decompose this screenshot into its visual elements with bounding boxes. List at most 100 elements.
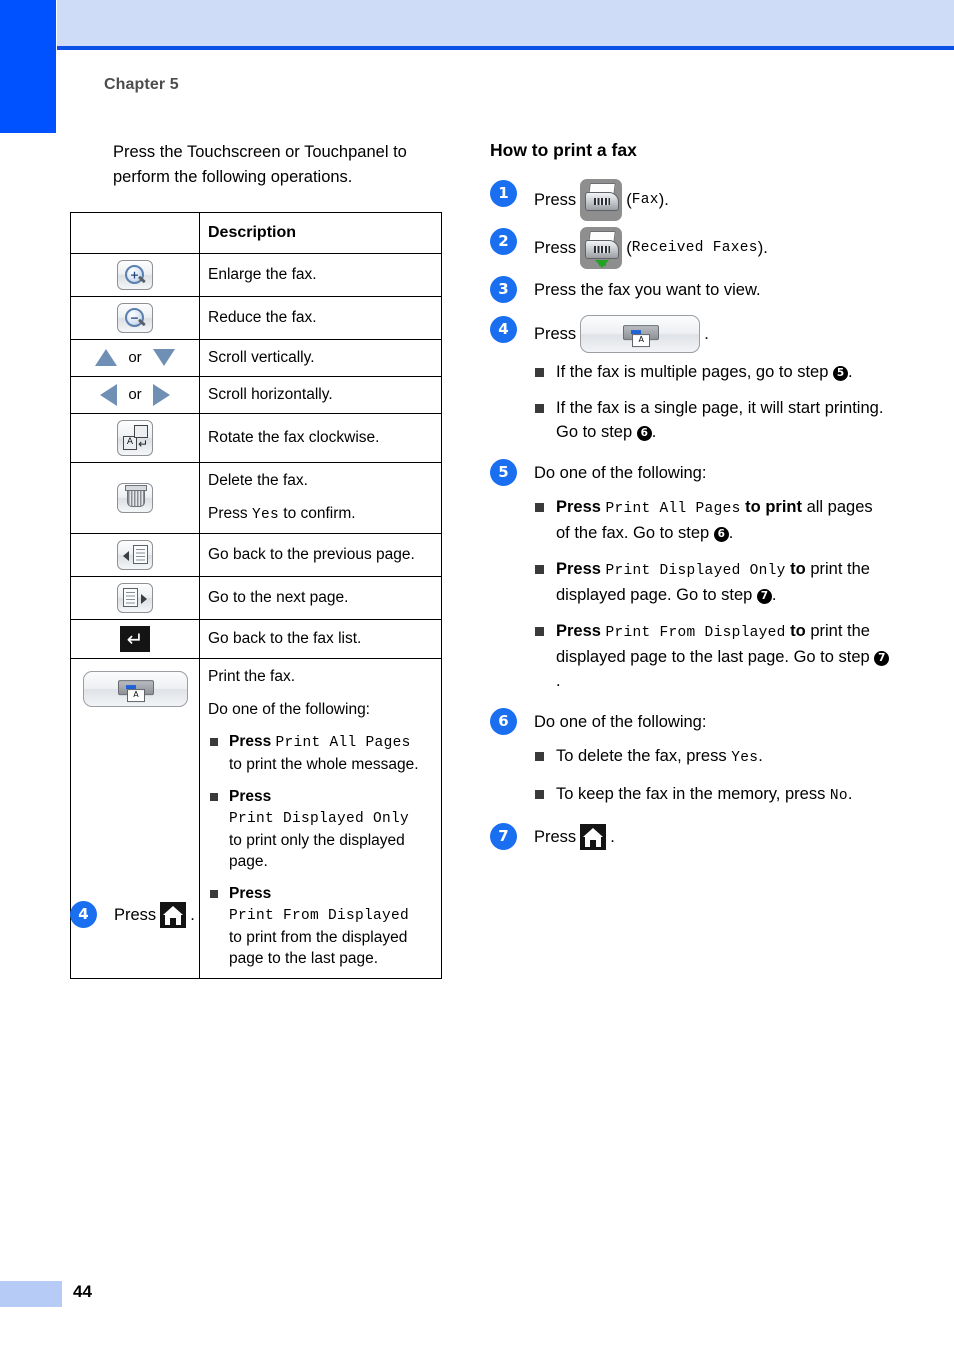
confirm-pre: Press [208, 505, 252, 522]
step-number: 2 [490, 228, 517, 255]
yes-token: Yes [251, 507, 279, 523]
print-choose-text: Do one of the following: [208, 701, 370, 718]
step-text: Do one of the following: [534, 463, 707, 482]
zoom-out-icon[interactable]: − [117, 303, 153, 333]
zoom-in-icon[interactable]: + [117, 260, 153, 290]
list-item: Press Print All Pages to print the whole … [208, 731, 433, 775]
bullet-tail: to print the whole message. [229, 756, 419, 773]
table-row: − Reduce the fax. [70, 296, 442, 340]
table-cell-description: Scroll horizontally. [199, 376, 442, 414]
next-page-icon[interactable] [117, 583, 153, 613]
fax-icon[interactable] [580, 179, 623, 221]
step-body: Press . [534, 822, 890, 852]
bullet-post: . [758, 747, 763, 765]
bullet-pre: To keep the fax in the memory, press [556, 785, 830, 803]
step-line: Press (Fax). [534, 179, 890, 221]
return-icon[interactable]: ↵ [120, 626, 150, 652]
print-displayed-only-token: Print Displayed Only [229, 811, 410, 827]
right-column: How to print a fax 1 Press (Fax). 2 Pres… [490, 140, 890, 858]
header-rule [57, 46, 954, 50]
confirm-post: to confirm. [278, 505, 356, 522]
step-number: 3 [490, 276, 517, 303]
delete-confirm-text: Press Yes to confirm. [208, 503, 433, 526]
step-line: Press (Received Faxes). [534, 227, 890, 269]
step-line: Do one of the following: [534, 458, 890, 488]
print-all-pages-token: Print All Pages [275, 735, 411, 751]
table-cell-icon: ↵ [70, 619, 200, 659]
scroll-left-icon[interactable] [100, 383, 118, 406]
bullet-tail: to print only the displayed page. [229, 832, 405, 870]
step-1: 1 Press (Fax). [490, 179, 890, 221]
step-4: 4 Press A . If the fax is multiple pages… [490, 315, 890, 444]
or-label: or [128, 348, 142, 366]
period: . [610, 827, 615, 846]
footer-side-tab [0, 1281, 62, 1307]
press-label: Press [534, 827, 577, 846]
table-row: + Enlarge the fax. [70, 253, 442, 297]
chapter-label: Chapter 5 [104, 76, 179, 93]
bullet-tail: . [728, 524, 734, 542]
step-line: Press . [114, 900, 370, 930]
step-6-bullets: To delete the fax, press Yes. To keep th… [534, 744, 890, 808]
delete-fax-text: Delete the fax. [208, 472, 308, 489]
step-ref-badge: 6 [636, 426, 652, 441]
press-label: Press [229, 733, 276, 750]
previous-page-icon[interactable] [117, 540, 153, 570]
print-button-icon[interactable]: A [82, 671, 188, 707]
press-label: Press [229, 788, 272, 805]
period: . [190, 905, 195, 924]
table-cell-icon [70, 533, 200, 577]
step-body: Do one of the following: Press Print All… [534, 458, 890, 693]
step-number: 4 [490, 316, 517, 343]
header-band [57, 0, 954, 46]
no-token: No [829, 788, 848, 804]
table-cell-icon: or [70, 376, 200, 414]
table-row: Go back to the previous page. [70, 533, 442, 577]
print-button-icon[interactable]: A [580, 315, 701, 353]
bullet-post: . [651, 423, 657, 441]
received-faxes-icon[interactable] [580, 227, 623, 269]
press-label: Press [556, 560, 606, 578]
step-body: Press the fax you want to view. [534, 275, 890, 305]
list-item: Press Print All Pages to print all pages… [534, 495, 890, 545]
rotate-icon[interactable]: A ↵ [117, 420, 153, 456]
step-5: 5 Do one of the following: Press Print A… [490, 458, 890, 693]
operations-table: Description + Enlarge the fax. − Reduce … [70, 212, 442, 979]
home-icon[interactable] [160, 902, 187, 928]
home-icon[interactable] [580, 824, 607, 850]
yes-token: Yes [731, 750, 759, 766]
table-cell-description: Go back to the previous page. [199, 533, 442, 577]
step-body: Press (Received Faxes). [534, 227, 890, 269]
step-number: 5 [490, 459, 517, 486]
step-line: Do one of the following: [534, 707, 890, 737]
table-row: Go to the next page. [70, 576, 442, 620]
table-cell-description: Delete the fax. Press Yes to confirm. [199, 462, 442, 534]
scroll-down-icon[interactable] [152, 349, 175, 367]
scroll-up-icon[interactable] [95, 349, 118, 367]
list-item: To keep the fax in the memory, press No. [534, 782, 890, 808]
trash-icon[interactable] [117, 483, 153, 513]
bullet-post: . [847, 785, 853, 803]
press-label: Press [534, 190, 577, 209]
list-item: To delete the fax, press Yes. [534, 744, 890, 770]
left-column: Press the Touchscreen or Touchpanel to p… [70, 140, 442, 979]
step-number: 1 [490, 180, 517, 207]
received-faxes-token: Received Faxes [631, 239, 758, 256]
table-cell-icon: A ↵ [70, 413, 200, 463]
step-body: Press . [114, 900, 370, 930]
list-item: Press Print Displayed Only to print only t… [208, 786, 433, 872]
step-text: Do one of the following: [534, 712, 707, 731]
table-cell-icon: − [70, 296, 200, 340]
step-body: Press (Fax). [534, 179, 890, 221]
scroll-right-icon[interactable] [152, 383, 170, 406]
print-displayed-only-token: Print Displayed Only [605, 563, 786, 579]
print-all-pages-token: Print All Pages [605, 501, 741, 517]
table-row: Delete the fax. Press Yes to confirm. [70, 462, 442, 534]
press-label: Press [114, 905, 157, 924]
step-ref-badge: 5 [833, 366, 848, 381]
table-cell-description: Go to the next page. [199, 576, 442, 620]
table-cell-description: Reduce the fax. [199, 296, 442, 340]
step-6: 6 Do one of the following: To delete the… [490, 707, 890, 808]
step-body: Press A . If the fax is multiple pages, … [534, 315, 890, 444]
step-line: Press . [534, 822, 890, 852]
